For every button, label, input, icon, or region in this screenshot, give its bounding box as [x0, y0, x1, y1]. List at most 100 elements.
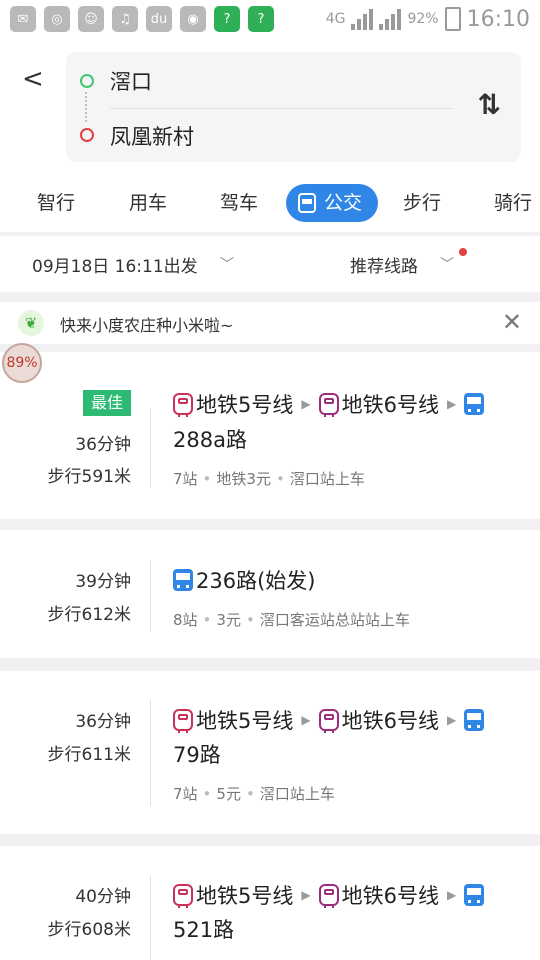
subway-icon [318, 393, 339, 417]
arrow-right-icon: ▶ [446, 888, 457, 902]
baidu-icon: du [146, 6, 172, 32]
duration: 36分钟 [75, 435, 131, 455]
tab-smart[interactable]: 智行 [37, 184, 75, 222]
arrow-right-icon: ▶ [446, 713, 457, 727]
leg-name: 521路 [173, 918, 235, 942]
leg-name: 288a路 [173, 428, 247, 452]
route-details: 8站 • 3元 • 滘口客运站总站站上车 [173, 611, 410, 629]
tab-bike[interactable]: 骑行 [494, 184, 532, 222]
app-icon: ◉ [180, 6, 206, 32]
walk-distance: 步行612米 [47, 605, 131, 625]
bus-icon [298, 193, 316, 213]
bus-icon [464, 884, 485, 906]
bus-icon [464, 393, 485, 415]
card-divider [150, 876, 151, 960]
arrow-right-icon: ▶ [301, 713, 311, 727]
leg-name: 地铁6号线 [341, 709, 439, 733]
subway-icon [173, 709, 193, 733]
tab-transit[interactable]: 公交 [286, 184, 379, 222]
chat-icon: ♫ [112, 6, 138, 32]
leg-name: 236路(始发) [196, 569, 316, 593]
bus-leg: 521路 [173, 914, 234, 944]
departure-time-selector[interactable]: 09月18日 16:11出发 [32, 252, 198, 277]
mode-tabs: 智行 用车 驾车 公交 步行 骑行 [0, 174, 540, 232]
route-legs: 地铁5号线 ▶ 地铁6号线 ▶ [173, 389, 485, 419]
card-divider [150, 408, 151, 488]
card-divider [150, 560, 151, 632]
bus-leg: 288a路 [173, 424, 247, 454]
tab-ride[interactable]: 用车 [129, 184, 167, 222]
sprout-icon: ❦ [18, 310, 44, 336]
boarding-stop: 滘口站上车 [259, 785, 335, 803]
boarding-stop: 滘口客运站总站站上车 [259, 611, 410, 629]
tab-drive[interactable]: 驾车 [220, 184, 258, 222]
route-details: 7站 • 地铁3元 • 滘口站上车 [173, 470, 365, 488]
browser-icon: ◎ [44, 6, 70, 32]
duration: 40分钟 [75, 887, 131, 907]
boarding-stop: 滘口站上车 [289, 470, 365, 488]
leg-name: 地铁6号线 [341, 393, 439, 417]
subway-icon [173, 393, 193, 417]
signal-icon-2 [379, 8, 402, 30]
network-label: 4G [325, 11, 346, 27]
bus-icon [173, 569, 193, 591]
options-bar: 09月18日 16:11出发 ﹀ 推荐线路 ﹀ [0, 236, 540, 292]
stops: 8站 [173, 611, 198, 629]
fare: 3元 [216, 611, 241, 629]
clock: 16:10 [466, 6, 530, 32]
card-divider [150, 700, 151, 806]
subway-icon [318, 884, 339, 908]
route-header: < 滘口 凤凰新村 ⇅ [0, 38, 540, 174]
banner-text: 快来小度农庄种小米啦~ [60, 316, 234, 335]
arrow-right-icon: ▶ [301, 397, 311, 411]
route-connector [85, 92, 87, 122]
status-bar: ✉ ◎ ☺ ♫ du ◉ ? ? 4G 92% 16:10 [0, 0, 540, 38]
route-legs: 地铁5号线 ▶ 地铁6号线 ▶ [173, 880, 485, 910]
face-icon: ☺ [78, 6, 104, 32]
chevron-down-icon-2[interactable]: ﹀ [440, 254, 454, 274]
leg-name: 地铁6号线 [341, 884, 439, 908]
bus-leg: 79路 [173, 739, 221, 769]
notification-icons: ✉ ◎ ☺ ♫ du ◉ ? ? [10, 6, 274, 32]
walk-distance: 步行608米 [47, 920, 131, 940]
walk-distance: 步行591米 [47, 467, 131, 487]
fare: 地铁3元 [216, 470, 271, 488]
sort-selector[interactable]: 推荐线路 [350, 252, 418, 277]
arrow-right-icon: ▶ [446, 397, 457, 411]
route-input-box: 滘口 凤凰新村 ⇅ [66, 52, 521, 162]
help-icon-2: ? [248, 6, 274, 32]
subway-icon [318, 709, 339, 733]
leg-name: 地铁5号线 [196, 393, 294, 417]
bus-icon [464, 709, 485, 731]
subway-icon [173, 884, 193, 908]
message-icon: ✉ [10, 6, 36, 32]
origin-field[interactable]: 滘口 [110, 66, 152, 96]
tab-transit-label: 公交 [324, 192, 363, 214]
battery-percent: 92% [407, 11, 439, 27]
stops: 7站 [173, 785, 198, 803]
back-arrow-icon[interactable]: < [22, 64, 44, 94]
leg-name: 79路 [173, 743, 221, 767]
walk-distance: 步行611米 [47, 745, 131, 765]
signal-icon [351, 8, 374, 30]
close-icon[interactable]: ✕ [502, 308, 522, 336]
route-details: 7站 • 5元 • 滘口站上车 [173, 785, 335, 803]
swap-icon[interactable]: ⇅ [478, 88, 502, 121]
duration: 39分钟 [75, 572, 131, 592]
leg-name: 地铁5号线 [196, 709, 294, 733]
route-legs: 236路(始发) [173, 565, 315, 595]
duration: 36分钟 [75, 712, 131, 732]
floating-progress-badge[interactable]: 89% [2, 343, 42, 383]
chevron-down-icon[interactable]: ﹀ [220, 254, 234, 274]
best-badge: 最佳 [83, 390, 131, 416]
battery-icon [444, 7, 461, 31]
tab-walk[interactable]: 步行 [403, 184, 441, 222]
field-divider [110, 108, 453, 109]
notification-dot [459, 248, 467, 256]
leg-name: 地铁5号线 [196, 884, 294, 908]
destination-field[interactable]: 凤凰新村 [110, 121, 194, 151]
promo-banner[interactable]: ❦ 快来小度农庄种小米啦~ ✕ [0, 302, 540, 344]
route-legs: 地铁5号线 ▶ 地铁6号线 ▶ [173, 705, 485, 735]
start-dot-icon [80, 74, 94, 88]
stops: 7站 [173, 470, 198, 488]
